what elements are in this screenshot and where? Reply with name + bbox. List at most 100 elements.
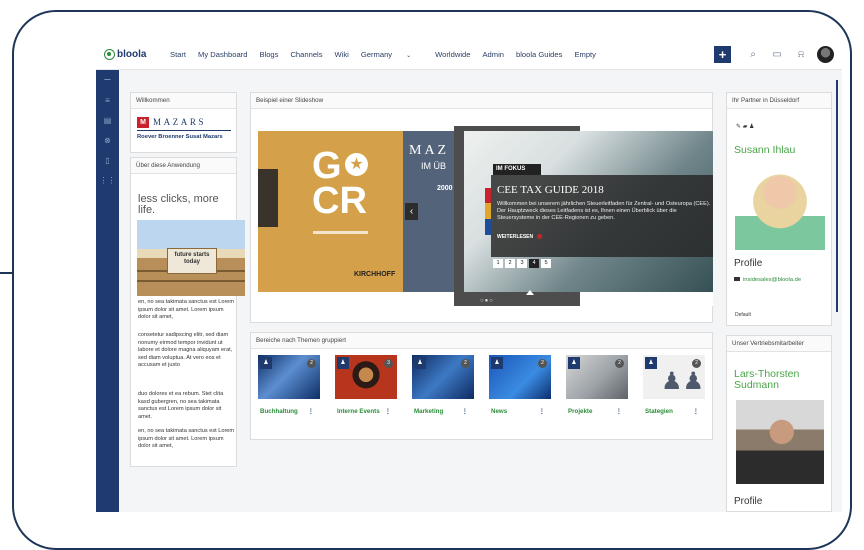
gocr-dark-block	[258, 169, 278, 227]
group-icon: ♟	[260, 357, 272, 369]
nav-channels[interactable]: Channels	[290, 50, 322, 59]
about-panel: Über diese Anwendung less clicks, more l…	[130, 157, 245, 467]
mazars-logo-text: MAZARS	[153, 117, 207, 127]
about-paragraph-4: en, no sea takimata sanctus est Lorem ip…	[138, 428, 235, 450]
gocr-title-g: G	[312, 145, 342, 187]
people-icon[interactable]: ⊗	[96, 130, 119, 150]
nav-blogs[interactable]: Blogs	[259, 50, 278, 59]
kebab-icon[interactable]: ⋮	[539, 408, 545, 415]
list-icon[interactable]: ≡	[96, 90, 119, 110]
theme-tile-marketing[interactable]: ♟ 2 Marketing ⋮	[412, 355, 474, 421]
tile-count-badge: 2	[538, 359, 547, 368]
chat-icon[interactable]: ▭	[769, 47, 785, 63]
gocr-slide: G ★ CR KIRCHHOFF	[258, 131, 403, 292]
nav-empty[interactable]: Empty	[574, 50, 596, 59]
fokus-slide[interactable]: IM FOKUS CEE TAX GUIDE 2018 Willkommen b…	[464, 131, 713, 292]
weiterlesen-link[interactable]: WEITERLESEN	[497, 234, 543, 240]
nav-bloola-guides[interactable]: bloola Guides	[516, 50, 562, 59]
kebab-icon[interactable]: ⋮	[308, 408, 314, 415]
partner-photo	[735, 160, 825, 250]
mazars-subtitle: Roever Broenner Susat Mazars	[137, 134, 223, 140]
group-icon: ♟	[491, 357, 503, 369]
welcome-panel-title: Willkommen	[131, 93, 236, 109]
kebab-icon[interactable]: ⋮	[385, 408, 391, 415]
group-icon: ♟	[645, 357, 657, 369]
group-icon: ♟	[414, 357, 426, 369]
group-icon: ♟	[568, 357, 580, 369]
plus-icon[interactable]: +	[714, 46, 731, 63]
nav-dashboard[interactable]: My Dashboard	[198, 50, 247, 59]
pager-page-4[interactable]: 4	[529, 259, 539, 268]
kebab-icon[interactable]: ⋮	[693, 408, 699, 415]
left-rail: ⏤ ≡ ▤ ⊗ ▯ ⋮⋮	[96, 70, 119, 512]
right-scrollbar[interactable]	[836, 80, 838, 312]
arrow-circle-icon	[537, 234, 543, 240]
kebab-icon[interactable]: ⋮	[462, 408, 468, 415]
sales-panel-title: Unser Vertriebsmitarbeiter	[727, 336, 831, 352]
tile-label: Projekte	[568, 408, 593, 415]
document-icon[interactable]: ▯	[96, 150, 119, 170]
user-avatar[interactable]	[817, 46, 834, 63]
brand-name: bloola	[117, 49, 147, 60]
chevron-down-icon: ⌄	[406, 53, 412, 59]
slideshow-area: G ★ CR KIRCHHOFF MAZ IM ÜB 2000 ‹ IM FOK…	[258, 126, 713, 306]
theme-tile-interne-events[interactable]: ♟ 3 Interne Events ⋮	[335, 355, 397, 421]
mazars-slide-subtitle: IM ÜB	[421, 161, 447, 171]
tile-count-badge: 2	[307, 359, 316, 368]
nav-germany[interactable]: Germany ⌄	[361, 50, 423, 59]
about-paragraph-1: en, no sea takimata sanctus est Lorem ip…	[138, 299, 235, 321]
pager-page-5[interactable]: 5	[541, 259, 551, 268]
top-navigation: bloola Start My Dashboard Blogs Channels…	[96, 40, 842, 70]
pager-page-2[interactable]: 2	[505, 259, 515, 268]
bloola-logo[interactable]: bloola	[104, 49, 156, 60]
app-screen: bloola Start My Dashboard Blogs Channels…	[96, 40, 842, 512]
projekte-image: ♟ 2	[566, 355, 628, 399]
nav-worldwide[interactable]: Worldwide	[435, 50, 470, 59]
calendar-icon[interactable]: ▤	[96, 110, 119, 130]
nav-admin[interactable]: Admin	[482, 50, 504, 59]
nav-wiki[interactable]: Wiki	[335, 50, 349, 59]
fokus-title: CEE TAX GUIDE 2018	[497, 184, 604, 196]
weiterlesen-label: WEITERLESEN	[497, 234, 534, 240]
dock-sign: future starts today	[167, 248, 217, 274]
theme-tile-buchhaltung[interactable]: ♟ 2 Buchhaltung ⋮	[258, 355, 320, 421]
mail-icon	[734, 277, 740, 281]
fokus-label: IM FOKUS	[493, 164, 541, 175]
fokus-text-box: CEE TAX GUIDE 2018 Willkommen bei unsere…	[491, 175, 713, 257]
people-group-icon: ♟♟	[661, 368, 705, 395]
search-icon[interactable]: ⌕	[745, 47, 761, 63]
partner-email[interactable]: insidesales@bloola.de	[734, 277, 801, 283]
grid-icon[interactable]: ⋮⋮	[96, 170, 119, 190]
partner-actions[interactable]: ✎ ▰ ♟	[736, 123, 754, 130]
kebab-icon[interactable]: ⋮	[616, 408, 622, 415]
sales-name[interactable]: Lars-Thorsten Sudmann	[734, 369, 831, 391]
pager-page-1[interactable]: 1	[493, 259, 503, 268]
dock-image: future starts today	[137, 220, 245, 296]
mazars-logo-mark: M	[137, 117, 149, 128]
partner-name[interactable]: Susann Ihlau	[734, 144, 795, 156]
main-nav: Start My Dashboard Blogs Channels Wiki G…	[170, 50, 608, 59]
tile-count-badge: 2	[461, 359, 470, 368]
tile-label: Interne Events	[337, 408, 380, 415]
mazars-slide-year: 2000	[437, 185, 453, 192]
theme-tile-projekte[interactable]: ♟ 2 Projekte ⋮	[566, 355, 628, 421]
pager-page-3[interactable]: 3	[517, 259, 527, 268]
tile-label: Marketing	[414, 408, 444, 415]
marketing-image: ♟ 2	[412, 355, 474, 399]
theme-tile-news[interactable]: ♟ 2 News ⋮	[489, 355, 551, 421]
star-icon: ★	[345, 153, 368, 176]
fokus-description: Willkommen bei unserem jährlichen Steuer…	[497, 201, 711, 221]
slide-dots[interactable]: ○●○	[480, 298, 494, 304]
mazars-logo[interactable]: M MAZARS	[137, 115, 231, 131]
tile-label: Buchhaltung	[260, 408, 298, 415]
news-image: ♟ 2	[489, 355, 551, 399]
partner-profile-heading: Profile	[734, 258, 763, 269]
activity-icon[interactable]: ⏤	[96, 70, 119, 90]
partner-panel-title: Ihr Partner in Düsseldorf	[727, 93, 831, 109]
slideshow-prev-button[interactable]: ‹	[405, 203, 418, 220]
bell-icon[interactable]: ⍾	[793, 47, 809, 63]
nav-start[interactable]: Start	[170, 50, 186, 59]
themes-panel: Bereiche nach Themen gruppiert ♟ 2 Buchh…	[250, 332, 713, 440]
theme-tile-stategien[interactable]: ♟ 2 ♟♟ Stategien ⋮	[643, 355, 705, 421]
slide-pointer-icon	[526, 290, 534, 295]
